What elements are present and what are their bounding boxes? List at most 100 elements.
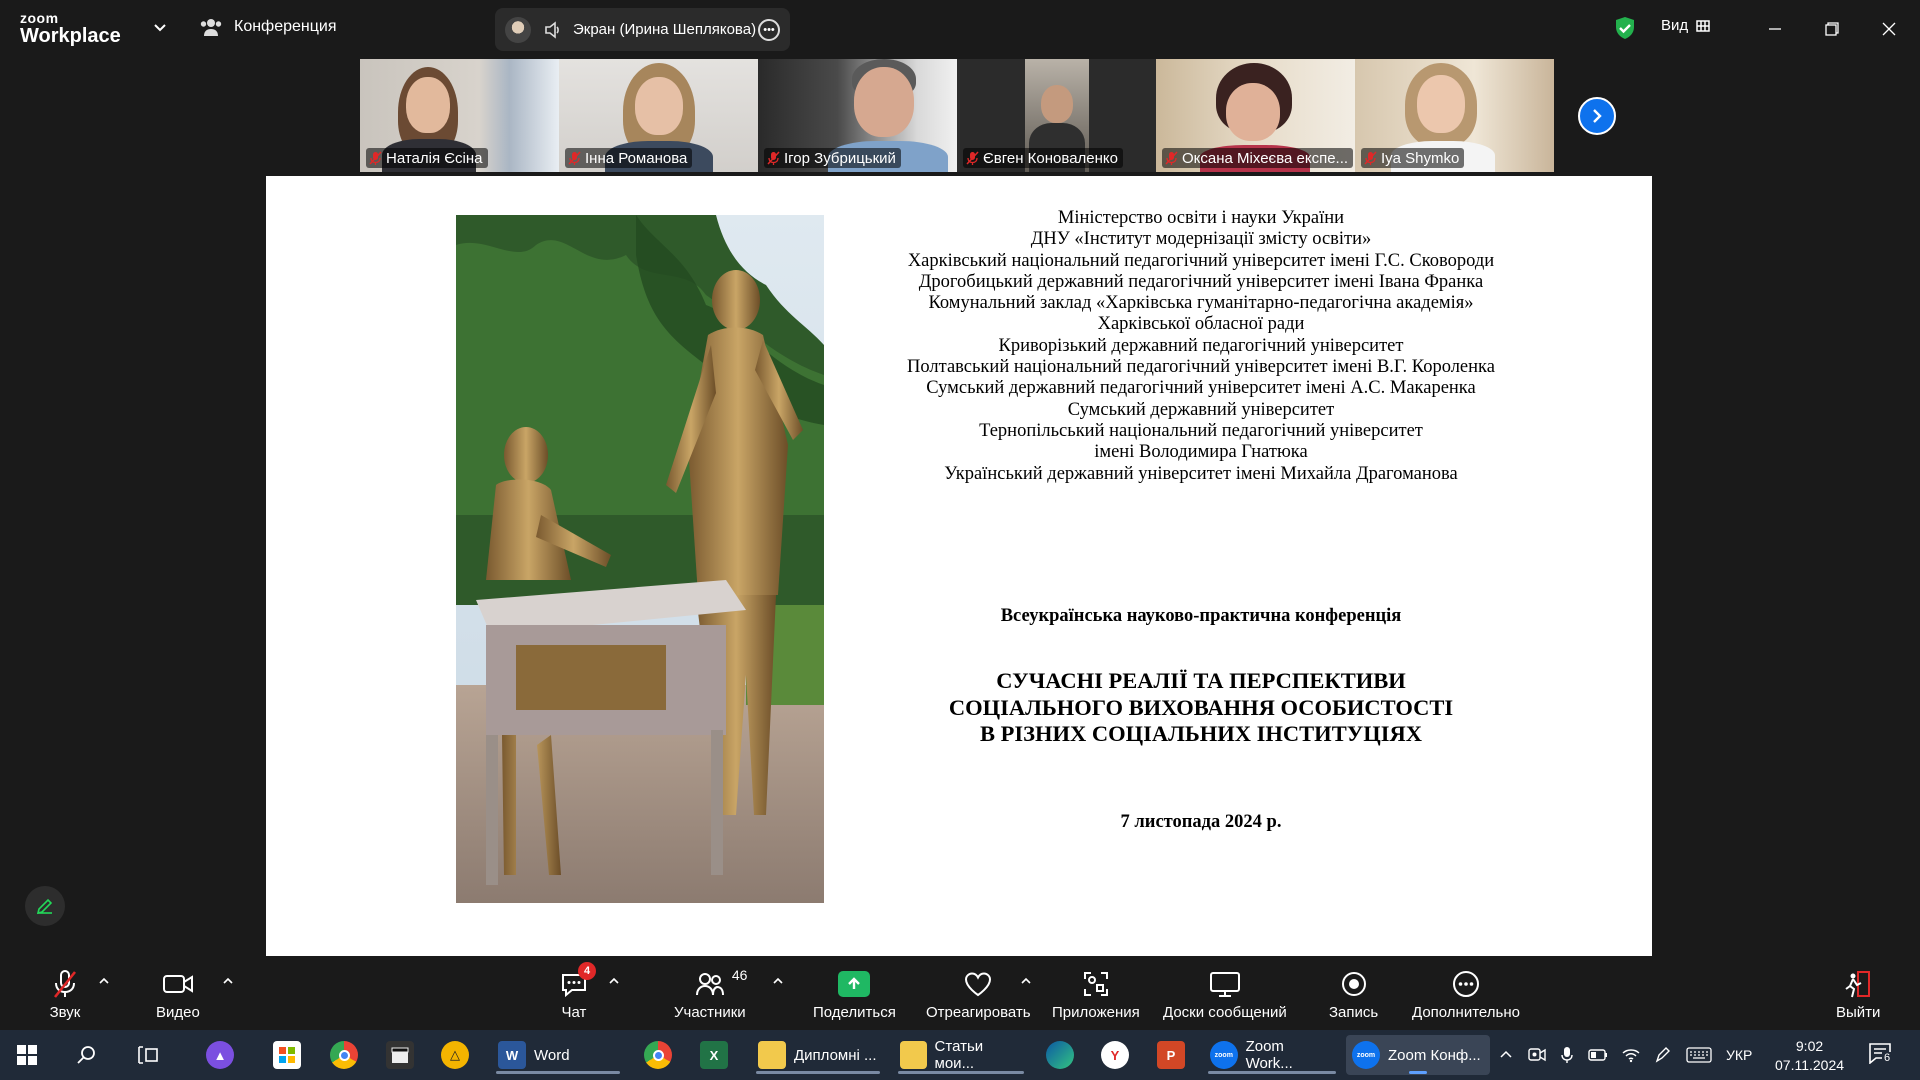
chevron-right-icon (1593, 109, 1602, 123)
participant-tile[interactable]: Оксана Міхеєва експе... (1156, 59, 1355, 172)
system-tray: УКР (1498, 1030, 1752, 1080)
org-line: Тернопільський національний педагогічний… (979, 420, 1423, 441)
react-button[interactable]: Отреагировать (926, 968, 1031, 1021)
pen-tray-icon[interactable] (1654, 1046, 1672, 1064)
org-line: Полтавський національний педагогічний ун… (907, 357, 1495, 378)
taskbar-app-yandex[interactable]: Y (1101, 1035, 1129, 1075)
taskbar-app-powerpoint[interactable]: P (1157, 1035, 1185, 1075)
leave-label: Выйти (1836, 1004, 1881, 1021)
title-line: В РІЗНИХ СОЦІАЛЬНИХ ІНСТИТУЦІЯХ (980, 721, 1422, 746)
windows-taskbar: ▲ △ W Word X Дипломні ... Статьи мои... … (0, 1030, 1920, 1080)
share-arrow-icon (838, 971, 871, 997)
participants-group-icon (200, 19, 222, 36)
participant-tile[interactable]: Ігор Зубрицький (758, 59, 957, 172)
participants-icon (695, 973, 724, 996)
chrome-icon (644, 1041, 672, 1069)
taskbar-app-store[interactable] (273, 1035, 301, 1075)
participants-button[interactable]: 46 Участники (674, 967, 747, 1021)
notification-center[interactable]: 6 (1868, 1042, 1896, 1068)
participant-tile[interactable]: Євген Коноваленко (957, 59, 1156, 172)
chevron-up-icon[interactable] (1498, 1047, 1514, 1063)
participant-tile[interactable]: Iya Shymko (1355, 59, 1554, 172)
leave-door-icon (1845, 971, 1871, 998)
chrome-icon (330, 1041, 358, 1069)
screen-share-indicator[interactable]: Экран (Ирина Шеплякова) ••• (495, 8, 790, 51)
more-icon (1452, 971, 1479, 997)
participant-name: Ігор Зубрицький (764, 148, 901, 168)
taskbar-app-chrome2[interactable] (644, 1035, 672, 1075)
participants-caret-icon[interactable] (772, 976, 784, 986)
notification-count: 6 (1882, 1052, 1893, 1064)
org-line: ДНУ «Інститут модернізації змісту освіти… (1030, 229, 1372, 250)
heart-icon (965, 972, 992, 997)
conference-title: СУЧАСНІ РЕАЛІЇ ТА ПЕРСПЕКТИВИ СОЦІАЛЬНОГ… (856, 668, 1546, 748)
minimize-button[interactable] (1760, 14, 1790, 44)
annotate-button[interactable] (25, 886, 65, 926)
language-indicator[interactable]: УКР (1726, 1047, 1752, 1063)
start-button[interactable] (16, 1035, 38, 1075)
chat-button[interactable]: 4 Чат (556, 962, 596, 1021)
battery-icon[interactable] (1588, 1048, 1608, 1062)
taskbar-folder-diplomas[interactable]: Дипломні ... (752, 1035, 884, 1075)
taskbar-app-clapper[interactable] (386, 1035, 414, 1075)
participant-tile-active[interactable]: Інна Романова (559, 59, 758, 172)
logo-line1: zoom (20, 10, 59, 26)
shield-icon[interactable] (1614, 16, 1636, 40)
react-caret-icon[interactable] (1020, 976, 1032, 986)
speaker-icon (545, 20, 559, 39)
taskbar-app-excel[interactable]: X (700, 1035, 728, 1075)
title-bar: zoom Workplace Конференция Экран (Ирина … (0, 0, 1920, 58)
record-button[interactable]: Запись (1329, 968, 1378, 1021)
meeting-toolbar: Звук Видео 4 Чат 46 Участники Поделиться… (0, 958, 1920, 1028)
next-page-button[interactable] (1578, 97, 1616, 135)
more-button[interactable]: Дополнительно (1412, 968, 1520, 1021)
keyboard-icon[interactable] (1686, 1047, 1712, 1063)
share-label: Экран (Ирина Шеплякова) (573, 21, 757, 38)
audio-caret-icon[interactable] (98, 976, 110, 986)
task-view-button[interactable] (137, 1035, 159, 1075)
restore-button[interactable] (1817, 14, 1847, 44)
org-line: Дрогобицький державний педагогічний унів… (918, 271, 1484, 292)
participant-name: Оксана Міхеєва експе... (1162, 148, 1354, 168)
video-label: Видео (156, 1004, 200, 1021)
camera-tray-icon[interactable] (1528, 1047, 1546, 1063)
participant-strip: Наталія Єсіна Інна Романова Ігор Зубриць… (360, 59, 1554, 172)
org-line: Комунальний заклад «Харківська гуманітар… (928, 293, 1474, 314)
taskbar-app-edge[interactable] (1046, 1035, 1074, 1075)
taskbar-zoom-workplace[interactable]: zoom Zoom Work... (1204, 1035, 1340, 1075)
chat-caret-icon[interactable] (608, 976, 620, 986)
folder-icon (900, 1041, 927, 1069)
meeting-info-button[interactable]: Конференция (200, 17, 337, 37)
taskbar-app-triangle[interactable]: △ (441, 1035, 469, 1075)
time-text: 9:02 (1795, 1038, 1824, 1054)
apps-button[interactable]: Приложения (1052, 968, 1140, 1021)
participant-tile[interactable]: Наталія Єсіна (360, 59, 559, 172)
store-icon (273, 1041, 301, 1069)
leave-button[interactable]: Выйти (1836, 968, 1880, 1021)
microphone-tray-icon[interactable] (1560, 1046, 1574, 1064)
clock[interactable]: 9:02 07.11.2024 (1775, 1037, 1844, 1075)
more-options-icon[interactable]: ••• (758, 19, 780, 41)
org-line: Сумський державний університет (1067, 399, 1335, 420)
taskbar-folder-articles[interactable]: Статьи мои... (894, 1035, 1028, 1075)
taskbar-zoom-meeting[interactable]: zoom Zoom Конф... (1346, 1035, 1490, 1075)
video-caret-icon[interactable] (222, 976, 234, 986)
wifi-icon[interactable] (1622, 1047, 1640, 1063)
circle-app-icon: ▲ (206, 1041, 234, 1069)
taskbar-app-chrome[interactable] (330, 1035, 358, 1075)
film-clapper-icon (386, 1041, 414, 1069)
taskbar-app-purple[interactable]: ▲ (206, 1035, 234, 1075)
search-button[interactable] (76, 1035, 98, 1075)
chevron-down-icon[interactable] (150, 18, 170, 38)
audio-button[interactable]: Звук (47, 968, 83, 1021)
share-screen-button[interactable]: Поделиться (813, 968, 896, 1021)
zoom-logo: zoom Workplace (20, 11, 121, 46)
apps-label: Приложения (1052, 1004, 1140, 1021)
taskbar-app-word[interactable]: W Word (492, 1035, 624, 1075)
view-button[interactable]: Вид (1661, 17, 1710, 34)
mic-muted-icon (1165, 150, 1178, 165)
audio-label: Звук (49, 1004, 81, 1021)
close-button[interactable] (1874, 14, 1904, 44)
video-button[interactable]: Видео (156, 968, 200, 1021)
whiteboards-button[interactable]: Доски сообщений (1163, 968, 1287, 1021)
